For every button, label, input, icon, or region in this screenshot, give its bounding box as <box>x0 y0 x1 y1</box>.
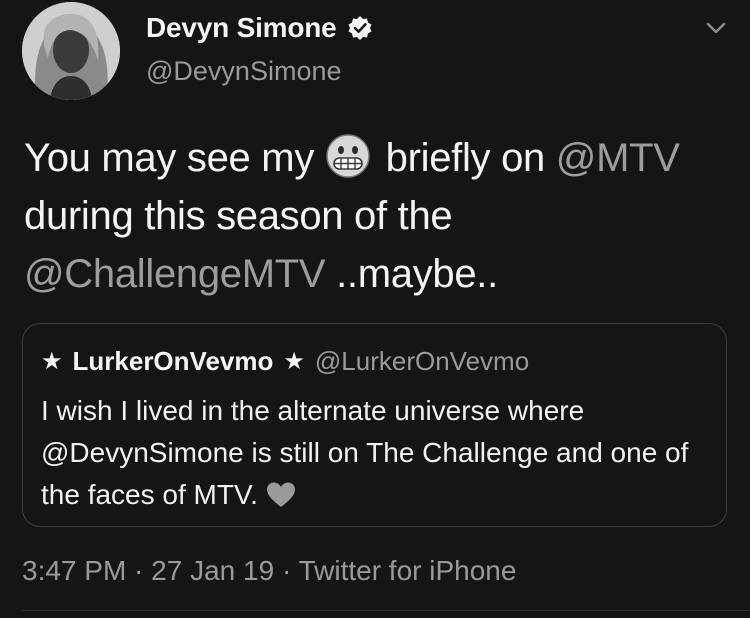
verified-badge-icon <box>348 16 372 40</box>
tweet-date[interactable]: 27 Jan 19 <box>151 555 274 586</box>
tweet-text-segment: ..maybe.. <box>325 252 498 296</box>
grimacing-face-icon <box>326 134 370 178</box>
author-name-row[interactable]: Devyn Simone <box>146 12 373 44</box>
tweet-meta: 3:47 PM · 27 Jan 19 · Twitter for iPhone <box>22 555 516 587</box>
tweet-text-segment: briefly on <box>374 136 556 180</box>
author-handle[interactable]: @DevynSimone <box>146 56 342 87</box>
tweet-text-segment: You may see my <box>24 136 325 180</box>
tweet-detail: Devyn Simone @DevynSimone You may see my… <box>0 0 750 618</box>
quoted-text-body: I wish I lived in the alternate universe… <box>41 395 689 510</box>
display-name[interactable]: Devyn Simone <box>146 12 337 44</box>
profile-photo-icon <box>22 2 120 100</box>
quoted-tweet-header: ★ LurkerOnVevmo ★ @LurkerOnVevmo <box>41 346 529 377</box>
tweet-time[interactable]: 3:47 PM <box>22 555 126 586</box>
star-icon: ★ <box>41 348 63 375</box>
quoted-handle: @LurkerOnVevmo <box>314 346 530 376</box>
quoted-tweet-card[interactable]: ★ LurkerOnVevmo ★ @LurkerOnVevmo I wish … <box>22 323 727 527</box>
meta-separator: · <box>126 555 152 586</box>
divider <box>22 610 750 611</box>
tweet-text-segment: during this season of the <box>24 194 453 238</box>
star-icon: ★ <box>283 348 305 375</box>
grey-heart-icon <box>266 482 295 507</box>
avatar[interactable] <box>22 2 120 100</box>
quoted-display-name: LurkerOnVevmo <box>72 346 274 376</box>
mention-link[interactable]: @MTV <box>556 136 680 180</box>
tweet-source[interactable]: Twitter for iPhone <box>299 555 517 586</box>
meta-separator: · <box>274 555 299 586</box>
tweet-text: You may see my briefly on @MTV during th… <box>24 129 724 303</box>
quoted-tweet-text: I wish I lived in the alternate universe… <box>41 390 711 516</box>
mention-link[interactable]: @ChallengeMTV <box>24 252 326 296</box>
chevron-down-icon[interactable] <box>705 20 727 36</box>
